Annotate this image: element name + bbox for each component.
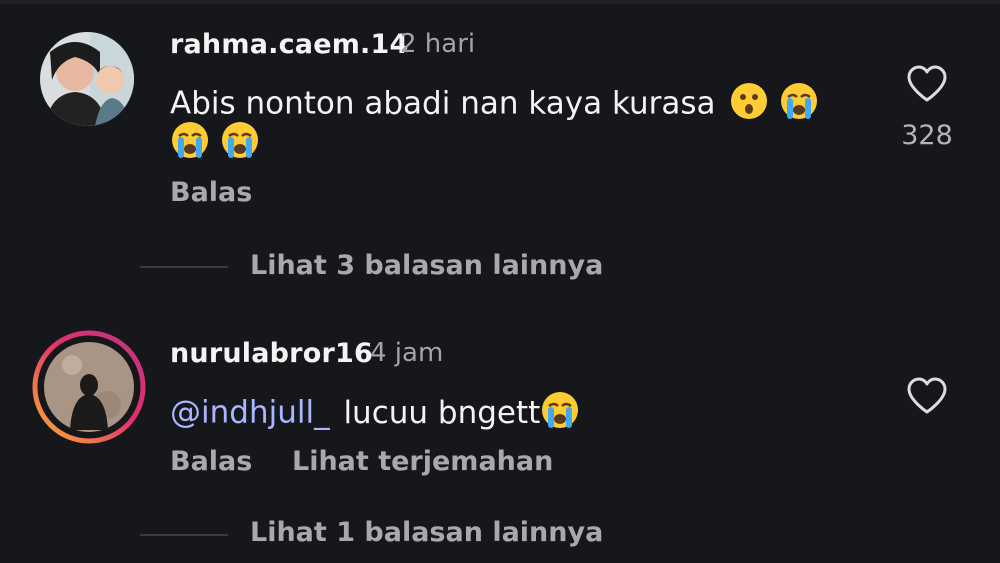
replies-divider <box>140 534 228 536</box>
view-more-replies-button[interactable]: Lihat 1 balasan lainnya <box>250 517 603 548</box>
comment-username[interactable]: nurulabror16 <box>170 338 373 369</box>
comment-timestamp: 2 hari <box>400 29 476 59</box>
comment-text-body: lucuu bngett <box>343 394 541 431</box>
avatar[interactable] <box>40 32 134 126</box>
comment-item: nurulabror16 4 jam @indhjull_ lucuu bnge… <box>0 300 1000 563</box>
view-more-replies-button[interactable]: Lihat 3 balasan lainnya <box>250 250 603 281</box>
comment-text: @indhjull_ lucuu bngett <box>170 390 580 438</box>
comment-text-line2 <box>170 120 260 168</box>
crying-face-emoji-icon <box>170 120 210 168</box>
crying-face-emoji-icon <box>540 390 580 438</box>
comment-timestamp: 4 jam <box>370 338 444 368</box>
reply-button[interactable]: Balas <box>170 177 252 208</box>
mention-link[interactable]: @indhjull_ <box>170 395 330 431</box>
comment-item: rahma.caem.14 2 hari Abis nonton abadi n… <box>0 0 1000 300</box>
see-translation-button[interactable]: Lihat terjemahan <box>292 446 553 477</box>
comment-text: Abis nonton abadi nan kaya kurasa <box>170 81 819 129</box>
comment-text-body: Abis nonton abadi nan kaya kurasa <box>170 85 716 122</box>
replies-divider <box>140 266 228 268</box>
like-count: 328 <box>901 120 953 151</box>
reply-button[interactable]: Balas <box>170 446 252 477</box>
like-heart-icon[interactable] <box>905 64 949 108</box>
crying-face-emoji-icon <box>220 120 260 168</box>
avatar[interactable] <box>32 330 146 444</box>
like-heart-icon[interactable] <box>905 376 949 420</box>
comment-username[interactable]: rahma.caem.14 <box>170 29 408 60</box>
crying-face-emoji-icon <box>779 81 819 129</box>
astonished-face-emoji-icon <box>729 81 769 129</box>
